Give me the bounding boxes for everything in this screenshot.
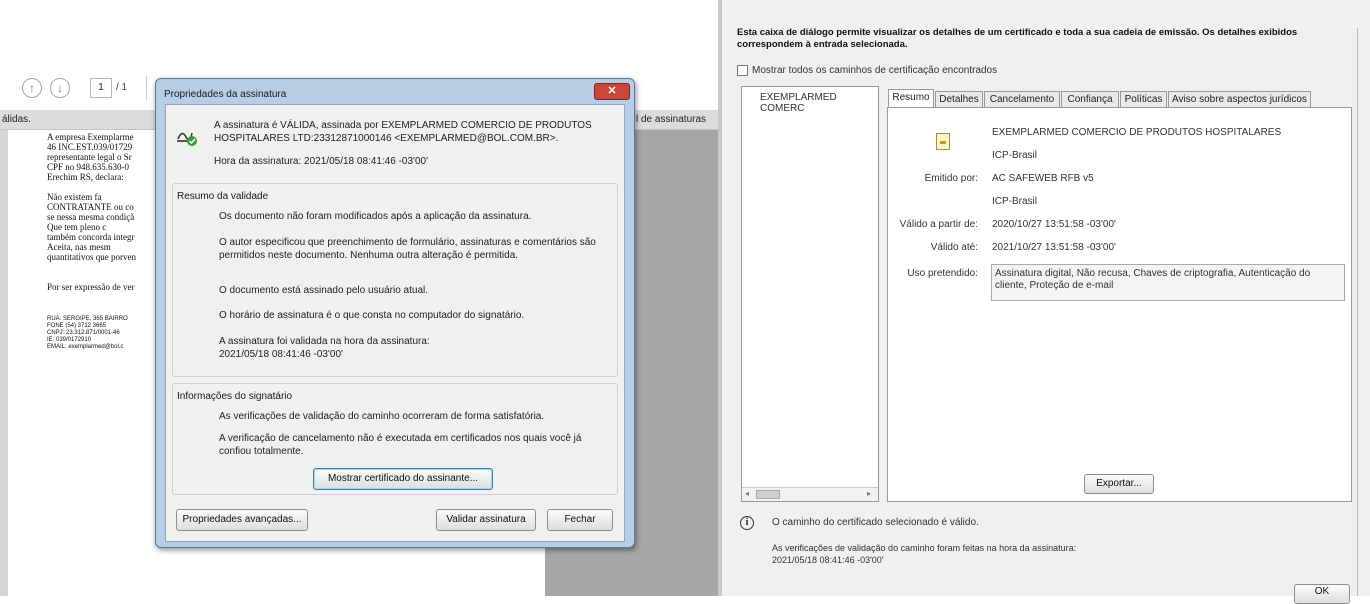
- document-line: A empresa Exemplarme: [47, 132, 134, 142]
- document-line: Por ser expressão de ver: [47, 282, 135, 292]
- footer-line: IE: 039/0172910: [47, 337, 92, 343]
- tab-detalhes[interactable]: Detalhes: [935, 91, 983, 108]
- path-valid-text: O caminho do certificado selecionado é v…: [772, 517, 979, 528]
- certificate-icon: [936, 133, 950, 150]
- tab-cancelamento[interactable]: Cancelamento: [984, 91, 1060, 108]
- tree-item[interactable]: EXEMPLARMED COMERC: [760, 92, 878, 114]
- document-line: 46 INC.EST.039/01729: [47, 142, 133, 152]
- signature-properties-dialog: Propriedades da assinatura ✕ A assinatur…: [155, 78, 635, 548]
- valid-signature-icon: [176, 125, 198, 147]
- validity-item: A assinatura foi validada na hora da ass…: [219, 336, 430, 360]
- footer-line: EMAIL: exemplarmed@bol.c: [47, 344, 124, 350]
- close-button[interactable]: Fechar: [547, 509, 613, 531]
- show-certificate-button[interactable]: Mostrar certificado do assinante...: [313, 468, 493, 490]
- path-checks-time: 2021/05/18 08:41:46 -03'00': [772, 555, 884, 565]
- signature-time: Hora da assinatura: 2021/05/18 08:41:46 …: [214, 156, 428, 167]
- document-line: também concorda integr: [47, 232, 135, 242]
- valid-from-label: Válido a partir de:: [899, 219, 978, 230]
- footer-line: FONE (54) 3712 3665: [47, 323, 107, 329]
- validity-summary-group: Resumo da validade Os documento não fora…: [172, 183, 618, 377]
- footer-line: CNPJ: 23.312.871/0001-46: [47, 330, 120, 336]
- prev-page-icon[interactable]: ↑: [22, 78, 42, 98]
- document-line: Aceita, nas mesm: [47, 242, 111, 252]
- valid-to-label: Válido até:: [930, 242, 978, 253]
- validity-item: Os documento não foram modificados após …: [219, 211, 532, 222]
- document-line: CONTRATANTE ou co: [47, 202, 134, 212]
- document-line: se nessa mesma condiçã: [47, 212, 135, 222]
- cert-subject: EXEMPLARMED COMERCIO DE PRODUTOS HOSPITA…: [992, 127, 1282, 138]
- issued-by-org: ICP-Brasil: [992, 196, 1038, 207]
- validate-signature-button[interactable]: Validar assinatura: [436, 509, 536, 531]
- document-text: A empresa Exemplarme 46 INC.EST.039/01729…: [47, 132, 157, 292]
- window-edge: [1357, 28, 1358, 596]
- page-number-input[interactable]: 1: [90, 78, 112, 98]
- validity-item: O autor especificou que preenchimento de…: [219, 237, 596, 261]
- tab-aviso-juridico[interactable]: Aviso sobre aspectos jurídicos: [1168, 91, 1311, 108]
- dialog-body: A assinatura é VÁLIDA, assinada por EXEM…: [165, 104, 625, 542]
- footer-line: RUA: SERGIPE, 365 BAIRRO: [47, 316, 128, 322]
- intended-use-value: Assinatura digital, Não recusa, Chaves d…: [991, 264, 1345, 301]
- path-checks-text: As verificações de validação do caminho …: [772, 543, 1077, 553]
- ok-button[interactable]: OK: [1294, 584, 1350, 604]
- document-page: A empresa Exemplarme 46 INC.EST.039/01729…: [47, 132, 157, 596]
- signer-item: As verificações de validação do caminho …: [219, 411, 545, 422]
- intended-use-label: Uso pretendido:: [907, 268, 978, 279]
- certificate-intro: Esta caixa de diálogo permite visualizar…: [737, 27, 1298, 50]
- show-all-paths-checkbox[interactable]: [737, 65, 748, 76]
- tab-politicas[interactable]: Políticas: [1120, 91, 1167, 108]
- signer-info-title: Informações do signatário: [177, 391, 293, 402]
- signer-info-group: Informações do signatário As verificaçõe…: [172, 383, 618, 495]
- dialog-title: Propriedades da assinatura: [164, 89, 287, 100]
- cert-subject-org: ICP-Brasil: [992, 150, 1038, 161]
- certificate-tree: EXEMPLARMED COMERC ◂ ▸: [741, 86, 879, 502]
- advanced-properties-button[interactable]: Propriedades avançadas...: [176, 509, 308, 531]
- valid-from-value: 2020/10/27 13:51:58 -03'00': [992, 219, 1116, 230]
- issued-by-label: Emitido por:: [924, 173, 978, 184]
- valid-to-value: 2021/10/27 13:51:58 -03'00': [992, 242, 1116, 253]
- info-icon: i: [740, 516, 754, 530]
- page-total: / 1: [116, 82, 128, 93]
- show-all-paths-label: Mostrar todos os caminhos de certificaçã…: [752, 65, 998, 76]
- signature-bar-text: álidas.: [2, 114, 31, 125]
- signature-panel-link[interactable]: l de assinaturas: [636, 114, 706, 125]
- validity-summary-title: Resumo da validade: [177, 191, 269, 202]
- document-line: Que tem pleno c: [47, 222, 107, 232]
- summary-panel: EXEMPLARMED COMERCIO DE PRODUTOS HOSPITA…: [887, 107, 1352, 502]
- left-margin: [0, 130, 8, 596]
- validity-item: O documento está assinado pelo usuário a…: [219, 285, 429, 296]
- tab-confianca[interactable]: Confiança: [1061, 91, 1119, 108]
- signature-status: A assinatura é VÁLIDA, assinada por EXEM…: [214, 120, 592, 144]
- document-line: representante legal o Sr: [47, 152, 132, 162]
- document-line: Não existem fa: [47, 192, 102, 202]
- tab-resumo[interactable]: Resumo: [888, 89, 934, 108]
- signer-item: A verificação de cancelamento não é exec…: [219, 433, 582, 457]
- document-line: quantitativos que porven: [47, 252, 136, 262]
- document-line: Erechim RS, declara:: [47, 172, 124, 182]
- validity-item: O horário de assinatura é o que consta n…: [219, 310, 525, 321]
- document-line: CPF no 948.635.630-0: [47, 162, 130, 172]
- toolbar-divider: [146, 76, 147, 100]
- export-button[interactable]: Exportar...: [1084, 474, 1154, 494]
- next-page-icon[interactable]: ↓: [50, 78, 70, 98]
- issued-by-value: AC SAFEWEB RFB v5: [992, 173, 1094, 184]
- document-footer: RUA: SERGIPE, 365 BAIRRO FONE (54) 3712 3…: [47, 316, 157, 351]
- tree-scrollbar[interactable]: ◂ ▸: [742, 487, 878, 501]
- close-icon[interactable]: ✕: [594, 83, 630, 100]
